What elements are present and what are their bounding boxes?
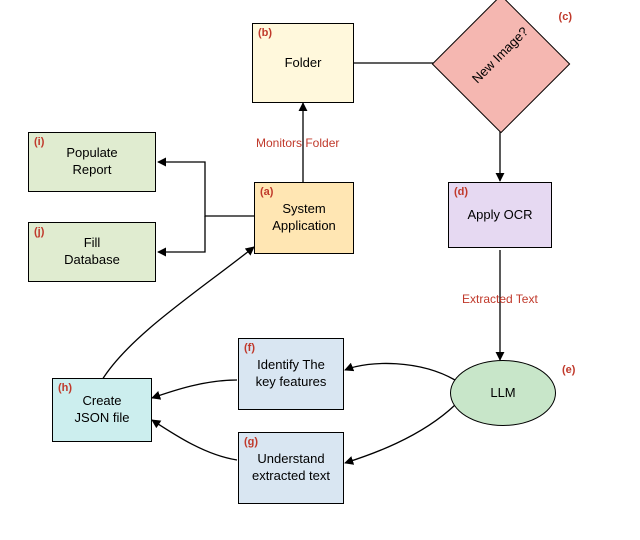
tag-g: (g) [244,436,258,448]
label-i1: Populate [66,145,117,160]
label-h1: Create [82,393,121,408]
node-llm: LLM [450,360,556,426]
label-b: Folder [285,55,322,72]
tag-c: (c) [559,11,572,23]
node-understand-extracted-text: (g) Understand extracted text [238,432,344,504]
node-populate-report: (i) Populate Report [28,132,156,192]
tag-d: (d) [454,186,468,198]
label-g2: extracted text [252,468,330,483]
node-decision-new-image: (c) New Image? [452,15,548,111]
label-j1: Fill [84,235,101,250]
tag-h: (h) [58,382,72,394]
edge-label-extracted: Extracted Text [462,292,538,306]
label-a1: System [282,201,325,216]
label-j2: Database [64,252,120,267]
label-i2: Report [72,162,111,177]
node-create-json-file: (h) Create JSON file [52,378,152,442]
node-identify-key-features: (f) Identify The key features [238,338,344,410]
node-system-application: (a) System Application [254,182,354,254]
label-f1: Identify The [257,357,325,372]
label-e: LLM [490,385,515,402]
label-g1: Understand [257,451,324,466]
node-apply-ocr: (d) Apply OCR [448,182,552,248]
tag-e: (e) [562,364,575,376]
edge-label-monitors: Monitors Folder [256,136,339,150]
label-h2: JSON file [75,410,130,425]
tag-b: (b) [258,27,272,39]
node-folder: (b) Folder [252,23,354,103]
label-d: Apply OCR [467,207,532,224]
tag-f: (f) [244,342,255,354]
node-fill-database: (j) Fill Database [28,222,156,282]
tag-a: (a) [260,186,273,198]
tag-j: (j) [34,226,44,238]
label-a2: Application [272,218,336,233]
tag-i: (i) [34,136,44,148]
label-f2: key features [256,374,327,389]
